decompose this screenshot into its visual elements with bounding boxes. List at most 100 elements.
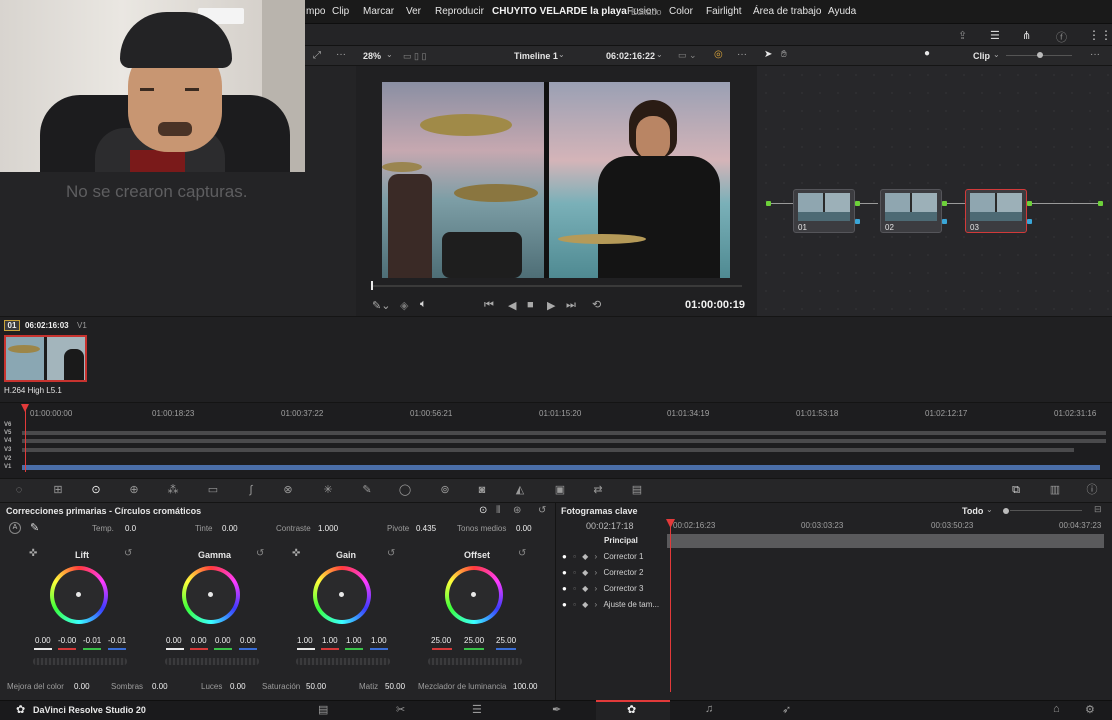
- sizing-icon[interactable]: ⇄: [591, 484, 605, 497]
- menu-item-fairlight[interactable]: Fairlight: [706, 6, 742, 17]
- volume-icon[interactable]: 🔈︎: [420, 298, 427, 311]
- lift-master-wheel[interactable]: [33, 658, 127, 665]
- auto-balance-icon[interactable]: A: [9, 522, 21, 534]
- reset-icon[interactable]: ↺: [256, 548, 264, 559]
- keyframe-row-corrector-1[interactable]: ● ▫ ◆ › Corrector 1: [562, 552, 643, 561]
- qualifier-grid-icon[interactable]: ✳: [321, 484, 335, 497]
- keyframe-row-corrector-3[interactable]: ● ▫ ◆ › Corrector 3: [562, 584, 643, 593]
- fusion-page-icon[interactable]: ✒: [552, 703, 561, 716]
- eyedropper-icon[interactable]: ✎: [30, 521, 39, 534]
- keyframes-panel-icon[interactable]: ⧉: [1009, 484, 1023, 497]
- menu-item-ayuda[interactable]: Ayuda: [828, 6, 856, 17]
- loop-icon[interactable]: ⟲: [592, 298, 601, 311]
- fx-icon[interactable]: ⓕ: [1056, 29, 1067, 45]
- gamma-blue-value[interactable]: 0.00: [240, 636, 256, 645]
- track-v4-clip[interactable]: [22, 439, 1106, 443]
- tint-value[interactable]: 0.00: [222, 524, 238, 533]
- menu-item-ver[interactable]: Ver: [406, 6, 421, 17]
- node-dot-icon[interactable]: ●: [924, 48, 930, 59]
- settings-gear-icon[interactable]: ⚙: [1085, 703, 1095, 716]
- node-more-icon[interactable]: ···: [1090, 49, 1100, 60]
- lift-master-value[interactable]: 0.00: [35, 636, 51, 645]
- camera-raw-icon[interactable]: ◌: [12, 484, 26, 497]
- timeline-playhead[interactable]: [25, 410, 26, 472]
- rgb-mixer-icon[interactable]: ⁂: [166, 484, 180, 497]
- target-icon[interactable]: ⊙: [479, 505, 487, 516]
- reverse-play-icon[interactable]: ◀: [508, 299, 516, 312]
- color-match-icon[interactable]: ⊞: [51, 484, 65, 497]
- node-mode-selector[interactable]: Clip: [973, 51, 990, 61]
- keyframes-filter[interactable]: Todo: [962, 506, 983, 516]
- menu-item-color[interactable]: Color: [669, 6, 693, 17]
- clip-thumbnail[interactable]: [4, 335, 87, 382]
- gamma-red-value[interactable]: 0.00: [191, 636, 207, 645]
- principal-keyframe-track[interactable]: [667, 534, 1104, 548]
- track-v3-clip[interactable]: [22, 448, 1074, 452]
- log-icon[interactable]: ⊛: [513, 505, 521, 516]
- viewer-more-icon[interactable]: ···: [737, 49, 747, 60]
- gain-master-value[interactable]: 1.00: [297, 636, 313, 645]
- temp-value[interactable]: 0.0: [125, 524, 136, 533]
- node-zoom-handle[interactable]: [1037, 52, 1043, 58]
- info-icon[interactable]: ⓘ: [1085, 484, 1099, 497]
- expand-icon[interactable]: ⤢: [313, 50, 321, 61]
- color-boost-value[interactable]: 0.00: [74, 682, 90, 691]
- gamma-master-wheel[interactable]: [165, 658, 259, 665]
- menu-item-reproducir[interactable]: Reproducir: [435, 6, 484, 17]
- node-02[interactable]: 02: [880, 189, 942, 233]
- edit-page-icon[interactable]: ☰: [472, 703, 482, 716]
- node-03[interactable]: 03: [965, 189, 1027, 233]
- lift-green-value[interactable]: -0.01: [83, 636, 101, 645]
- midtone-value[interactable]: 0.00: [516, 524, 532, 533]
- fairlight-page-icon[interactable]: ♫: [705, 703, 713, 715]
- curves-icon[interactable]: ∫: [244, 484, 258, 497]
- color-page-icon[interactable]: ✿: [627, 703, 636, 716]
- tracker-icon[interactable]: ⊚: [438, 484, 452, 497]
- play-icon[interactable]: ▶: [547, 299, 555, 312]
- saturation-value[interactable]: 50.00: [306, 682, 326, 691]
- hand-icon[interactable]: ✋︎: [781, 49, 787, 60]
- color-wheels-icon[interactable]: ⊙: [89, 484, 103, 497]
- menu-item-area-de-trabajo[interactable]: Área de trabajo: [753, 6, 821, 17]
- viewer-scrubber[interactable]: [372, 285, 742, 287]
- scrubber-playhead[interactable]: [371, 281, 373, 290]
- gain-red-value[interactable]: 1.00: [322, 636, 338, 645]
- timeline-selector[interactable]: Timeline 1: [514, 51, 558, 61]
- reset-icon[interactable]: ↺: [538, 505, 546, 516]
- stop-icon[interactable]: ■: [527, 299, 534, 311]
- media-page-icon[interactable]: ▤: [318, 703, 328, 716]
- chevron-down-icon[interactable]: ⌄: [986, 505, 993, 514]
- chevron-down-icon[interactable]: ⌄: [386, 50, 393, 59]
- pivot-value[interactable]: 0.435: [416, 524, 436, 533]
- lum-mix-value[interactable]: 100.00: [513, 682, 537, 691]
- go-to-start-icon[interactable]: ⏮︎: [484, 299, 494, 312]
- offset-blue-value[interactable]: 25.00: [496, 636, 516, 645]
- window-icon[interactable]: ◯: [398, 484, 412, 497]
- go-to-end-icon[interactable]: ⏭︎: [566, 299, 576, 312]
- menu-item-clip[interactable]: Clip: [332, 6, 349, 17]
- contrast-value[interactable]: 1.000: [318, 524, 338, 533]
- scopes-icon[interactable]: ▥: [1048, 484, 1062, 497]
- chevron-down-icon[interactable]: ⌄: [656, 50, 663, 59]
- menu-item-marcar[interactable]: Marcar: [363, 6, 394, 17]
- color-picker-icon[interactable]: ◎: [714, 49, 723, 60]
- grid-icon[interactable]: ⋮⋮: [1088, 28, 1112, 42]
- pointer-icon[interactable]: ➤: [764, 49, 772, 60]
- offset-master-wheel[interactable]: [428, 658, 522, 665]
- reset-icon[interactable]: ↺: [518, 548, 526, 559]
- hdr-icon[interactable]: ⊕: [127, 484, 141, 497]
- qualifier-icon[interactable]: ✎: [360, 484, 374, 497]
- key-icon[interactable]: ▣: [553, 484, 567, 497]
- keyframes-zoom-handle[interactable]: [1003, 508, 1009, 514]
- gamma-master-value[interactable]: 0.00: [166, 636, 182, 645]
- blur-icon[interactable]: ◭: [513, 484, 527, 497]
- crosshair-icon[interactable]: ✜: [292, 548, 300, 559]
- lift-red-value[interactable]: -0.00: [58, 636, 76, 645]
- chevron-down-icon[interactable]: ⌄: [993, 50, 1000, 59]
- track-v1-clip[interactable]: [22, 465, 1100, 470]
- keyframe-row-sizing[interactable]: ● ▫ ◆ › Ajuste de tam...: [562, 600, 659, 609]
- keyframes-options-icon[interactable]: ⊟: [1094, 504, 1102, 515]
- eyedropper-icon[interactable]: ✎⌄: [372, 299, 390, 312]
- deliver-page-icon[interactable]: ➶: [782, 703, 791, 716]
- offset-red-value[interactable]: 25.00: [431, 636, 451, 645]
